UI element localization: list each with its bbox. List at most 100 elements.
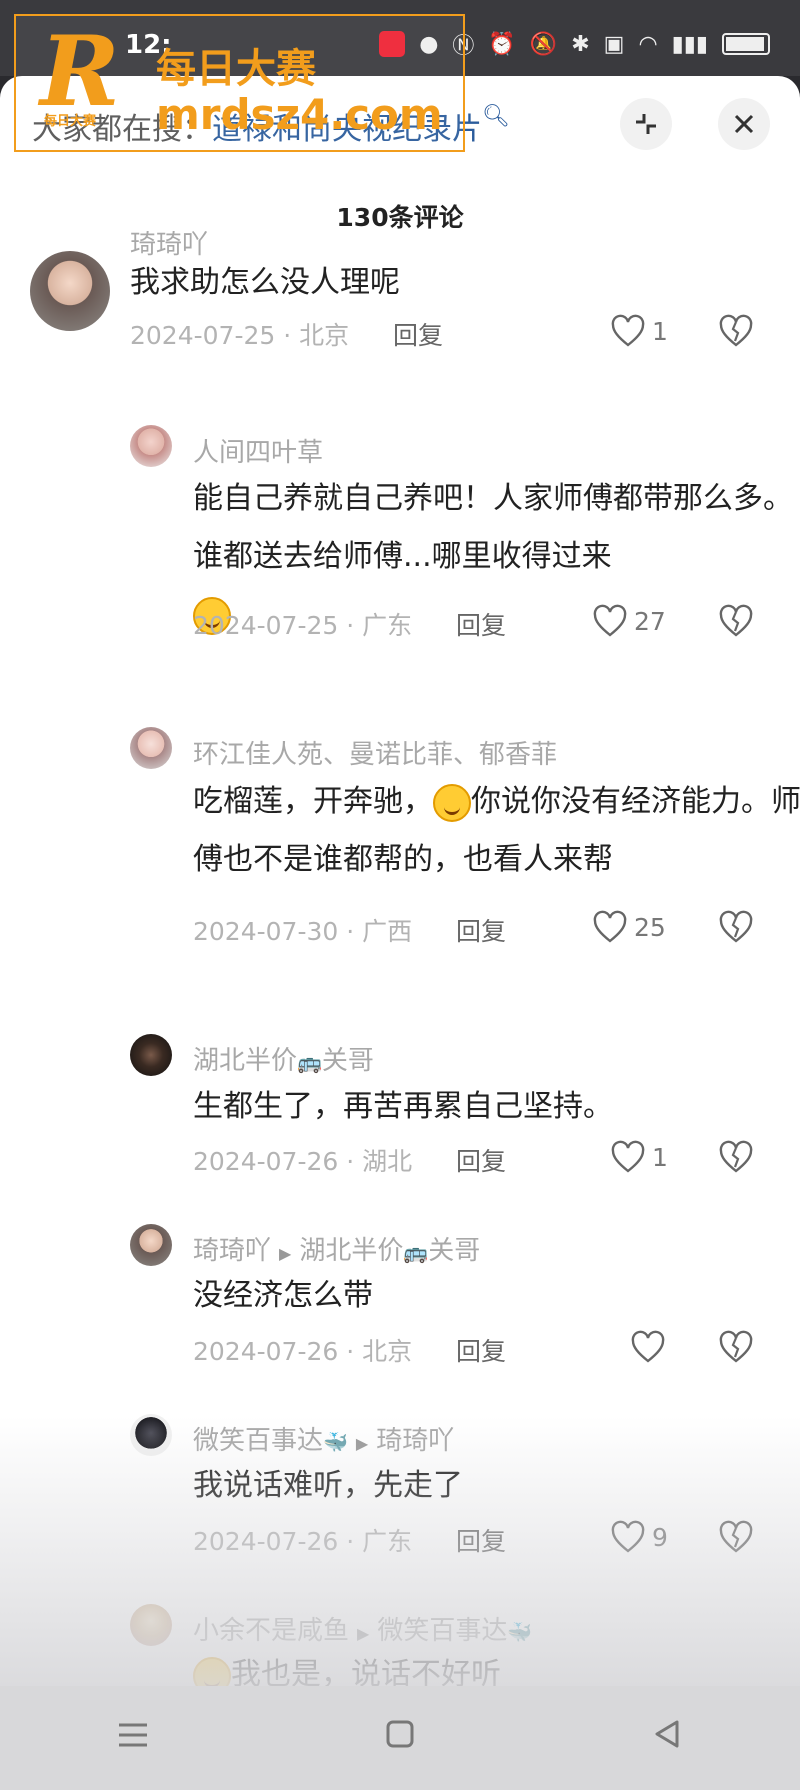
broken-heart-icon: [719, 1520, 753, 1553]
broken-heart-icon: [719, 314, 753, 347]
laughing-emoji-icon: [433, 783, 471, 822]
username-main: 湖北半价: [193, 1046, 298, 1076]
like-count: 25: [634, 912, 666, 942]
reply-button[interactable]: 回复: [456, 912, 506, 948]
nav-home-button[interactable]: [360, 1718, 440, 1758]
dislike-button[interactable]: [718, 1520, 754, 1554]
reply-to-user: 琦琦吖: [376, 1426, 455, 1456]
comment-text-part1: 吃榴莲，开奔驰，: [193, 784, 433, 819]
username-suffix: 关哥: [321, 1046, 374, 1076]
comment-date-location: 2024-07-25 · 广东: [193, 611, 413, 640]
search-icon: 🔍︎: [482, 104, 510, 129]
reply-to-user: 湖北半价: [299, 1236, 404, 1266]
comment-username[interactable]: 小余不是咸鱼 ▶ 微笑百事达🐳: [193, 1610, 532, 1647]
like-button[interactable]: [630, 1330, 672, 1364]
avatar[interactable]: [30, 251, 110, 331]
close-button[interactable]: [718, 98, 770, 150]
broken-heart-icon: [719, 604, 753, 637]
nav-back-button[interactable]: [627, 1718, 707, 1758]
reply-button[interactable]: 回复: [456, 1332, 506, 1368]
comment-text: 我说话难听，先走了: [193, 1468, 463, 1503]
comment-username[interactable]: 环江佳人苑、曼诺比菲、郁香菲: [193, 734, 557, 771]
username-main: 微笑百事达: [193, 1426, 324, 1456]
avatar[interactable]: [130, 1604, 172, 1646]
watermark-logo-letter: R: [40, 15, 120, 128]
like-button[interactable]: 25: [592, 910, 666, 944]
watermark-logo-small: 每日大赛: [44, 114, 97, 129]
comment-text: 我求助怎么没人理呢: [130, 265, 400, 300]
collapse-button[interactable]: [620, 98, 672, 150]
username-main: 小余不是咸鱼: [193, 1616, 350, 1646]
reply-button[interactable]: 回复: [456, 1522, 506, 1558]
comment-username[interactable]: 人间四叶草: [193, 432, 323, 469]
broken-heart-icon: [719, 910, 753, 943]
like-count: 1: [652, 1142, 668, 1172]
like-button[interactable]: 1: [610, 1140, 668, 1174]
comment-date-location: 2024-07-26 · 广东: [193, 1527, 413, 1556]
heart-icon: [611, 1520, 645, 1553]
reply-to-suffix: 关哥: [428, 1236, 481, 1266]
reply-button[interactable]: 回复: [456, 1142, 506, 1178]
reply-arrow-icon: ▶: [355, 1434, 369, 1453]
dislike-button[interactable]: [718, 1140, 754, 1174]
whale-icon: 🐳: [507, 1620, 533, 1644]
username-main: 琦琦吖: [193, 1236, 272, 1266]
home-square-icon: [386, 1720, 414, 1748]
heart-icon: [611, 314, 645, 347]
like-button[interactable]: 1: [610, 314, 668, 348]
broken-heart-icon: [719, 1330, 753, 1363]
avatar[interactable]: [130, 1034, 172, 1076]
comment-username[interactable]: 湖北半价🚌关哥: [193, 1040, 374, 1077]
dislike-button[interactable]: [718, 910, 754, 944]
alarm-icon: ⏰: [488, 31, 516, 57]
comment-text: 我也是，说话不好听: [193, 1646, 800, 1686]
heart-icon: [611, 1140, 645, 1173]
reply-arrow-icon: ▶: [357, 1624, 370, 1643]
bluetooth-icon: ✱: [571, 31, 590, 57]
heart-icon: [593, 910, 627, 943]
comment-sheet: 大家都在搜：道禄和尚央视纪录片🔍︎ 130条评论 琦琦吖 我求助怎么没人理呢 2…: [0, 76, 800, 1686]
avatar[interactable]: [130, 727, 172, 769]
like-count: 1: [652, 316, 668, 346]
comment-text: 吃榴莲，开奔驰， 你说你没有经济能力。师傅也不是谁都帮的，也看人来帮: [193, 773, 800, 889]
car-icon: 🚌: [297, 1050, 322, 1074]
battery-icon: [722, 33, 770, 55]
watermark-title: 每日大赛: [156, 46, 316, 92]
menu-icon: [119, 1723, 148, 1747]
dislike-button[interactable]: [718, 314, 754, 348]
reply-to-user: 微笑百事达: [377, 1616, 508, 1646]
wifi-icon: ◠: [638, 31, 658, 57]
comment-date-location: 2024-07-30 · 广西: [193, 917, 413, 946]
collapse-icon: [636, 114, 656, 134]
reply-arrow-icon: ▶: [279, 1244, 292, 1263]
comment-username[interactable]: 微笑百事达🐳 ▶ 琦琦吖: [193, 1420, 454, 1457]
comment-text-body: 我也是，说话不好听: [231, 1657, 501, 1686]
comment-username[interactable]: 琦琦吖 ▶ 湖北半价🚌关哥: [193, 1230, 480, 1267]
comment-count-title: 130条评论: [336, 203, 464, 232]
comment-text-body: 能自己养就自己养吧！人家师傅都带那么多。谁都送去给师傅...哪里收得过来: [193, 481, 793, 574]
heart-icon: [631, 1330, 665, 1363]
hd-icon: ▣: [603, 31, 625, 57]
comment-date-location: 2024-07-26 · 北京: [193, 1337, 413, 1366]
avatar[interactable]: [130, 425, 172, 467]
emoji-icon: [193, 1656, 231, 1686]
comment-date-location: 2024-07-26 · 湖北: [193, 1147, 413, 1176]
reply-button[interactable]: 回复: [393, 316, 443, 352]
like-button[interactable]: 27: [592, 604, 666, 638]
like-button[interactable]: 9: [610, 1520, 668, 1554]
system-nav-bar: [0, 1686, 800, 1790]
car-icon: 🚌: [403, 1240, 429, 1264]
dislike-button[interactable]: [718, 1330, 754, 1364]
reply-button[interactable]: 回复: [456, 606, 506, 642]
avatar[interactable]: [130, 1414, 172, 1456]
heart-icon: [593, 604, 627, 637]
like-count: 9: [652, 1522, 668, 1552]
mute-icon: 🔕: [529, 31, 558, 57]
avatar[interactable]: [130, 1224, 172, 1266]
broken-heart-icon: [719, 1140, 753, 1173]
dislike-button[interactable]: [718, 604, 754, 638]
signal-icon: ▮▮▮: [671, 31, 708, 57]
nav-menu-button[interactable]: [93, 1718, 173, 1758]
back-triangle-icon: [655, 1720, 679, 1748]
watermark: R 每日大赛 每日大赛 mrdsz4.com: [14, 14, 465, 152]
